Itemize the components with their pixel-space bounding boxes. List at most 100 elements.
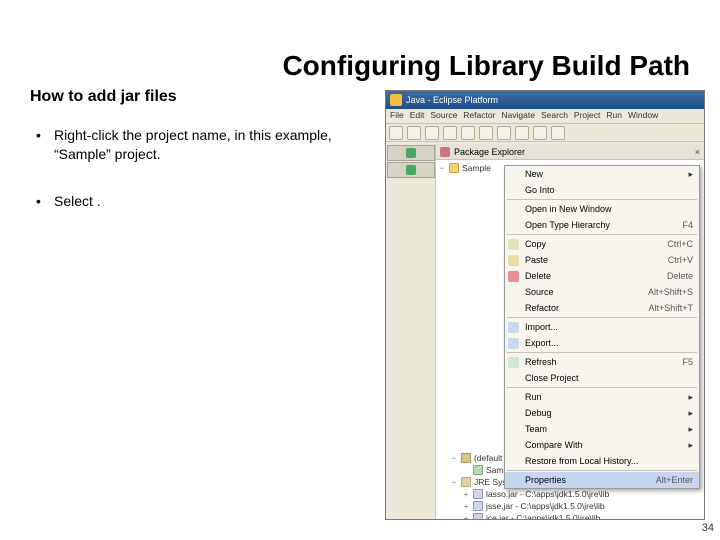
submenu-arrow-icon: ▸ xyxy=(688,169,693,180)
toolbar-button[interactable] xyxy=(479,126,493,140)
menu-item-label: Copy xyxy=(525,239,546,249)
view-tab[interactable] xyxy=(387,162,435,178)
java-file-icon xyxy=(473,465,483,475)
tree-jar[interactable]: + jsse.jar - C:\apps\jdk1.5.0\jre\lib xyxy=(438,500,702,512)
context-menu-item[interactable]: Refactor Alt+Shift+T xyxy=(505,300,699,316)
context-menu-item[interactable]: Restore from Local History... xyxy=(505,453,699,469)
menu-shortcut: Ctrl+V xyxy=(668,255,693,265)
context-menu-item[interactable]: Run▸ xyxy=(505,389,699,405)
toolbar-button[interactable] xyxy=(425,126,439,140)
tree-jar[interactable]: + jce.jar - C:\apps\jdk1.5.0\jre\lib xyxy=(438,512,702,519)
menu-item-label: Debug xyxy=(525,408,552,418)
context-menu-item[interactable]: Open Type Hierarchy F4 xyxy=(505,217,699,233)
context-menu-item[interactable]: Refresh F5 xyxy=(505,354,699,370)
toolbar-button[interactable] xyxy=(551,126,565,140)
expand-icon[interactable]: + xyxy=(462,489,470,499)
toolbar-button[interactable] xyxy=(461,126,475,140)
context-menu-item[interactable]: New ▸ xyxy=(505,166,699,182)
menu-shortcut: Alt+Enter xyxy=(656,475,693,485)
menu-item-label: Properties xyxy=(525,475,566,485)
view-tab[interactable] xyxy=(387,145,435,161)
menu-run[interactable]: Run xyxy=(606,110,622,122)
menu-window[interactable]: Window xyxy=(628,110,658,122)
toolbar-button[interactable] xyxy=(389,126,403,140)
menu-file[interactable]: File xyxy=(390,110,404,122)
expand-icon[interactable]: − xyxy=(450,453,458,463)
menu-item-icon xyxy=(508,271,519,282)
submenu-arrow-icon: ▸ xyxy=(688,424,693,435)
window-title: Java - Eclipse Platform xyxy=(406,95,498,105)
jar-icon xyxy=(473,513,483,519)
menu-item-label: Refactor xyxy=(525,303,559,313)
menu-item-label: Go Into xyxy=(525,185,555,195)
window-titlebar[interactable]: Java - Eclipse Platform xyxy=(386,91,704,109)
close-icon[interactable]: × xyxy=(695,147,700,157)
toolbar xyxy=(386,124,704,142)
jar-icon xyxy=(473,489,483,499)
menu-item-label: New xyxy=(525,169,543,179)
menu-item-icon xyxy=(508,255,519,266)
context-menu-item[interactable]: PasteCtrl+V xyxy=(505,252,699,268)
menu-shortcut: Alt+Shift+T xyxy=(648,303,693,313)
tree-jar[interactable]: + lasso.jar - C:\apps\jdk1.5.0\jre\lib xyxy=(438,488,702,500)
menu-shortcut: F5 xyxy=(682,357,693,367)
toolbar-button[interactable] xyxy=(443,126,457,140)
toolbar-button[interactable] xyxy=(407,126,421,140)
menu-project[interactable]: Project xyxy=(574,110,600,122)
context-menu-item[interactable]: Go Into xyxy=(505,182,699,198)
menu-item-label: Delete xyxy=(525,271,551,281)
menu-search[interactable]: Search xyxy=(541,110,568,122)
submenu-arrow-icon: ▸ xyxy=(688,408,693,419)
menu-item-label: Import... xyxy=(525,322,558,332)
context-menu-item[interactable]: Debug ▸ xyxy=(505,405,699,421)
toolbar-button[interactable] xyxy=(497,126,511,140)
menu-item-label: Open Type Hierarchy xyxy=(525,220,610,230)
menu-navigate[interactable]: Navigate xyxy=(501,110,535,122)
slide-title: Configuring Library Build Path xyxy=(0,0,720,86)
menu-refactor[interactable]: Refactor xyxy=(463,110,495,122)
bullet-list: Right-click the project name, in this ex… xyxy=(0,106,345,211)
toolbar-button[interactable] xyxy=(515,126,529,140)
context-menu-item[interactable]: Export... xyxy=(505,335,699,351)
context-menu-item[interactable]: Team ▸ xyxy=(505,421,699,437)
menu-edit[interactable]: Edit xyxy=(410,110,425,122)
menu-item-label: Run xyxy=(525,392,542,402)
project-icon xyxy=(449,163,459,173)
menu-source[interactable]: Source xyxy=(430,110,457,122)
package-icon xyxy=(461,453,471,463)
context-menu-item[interactable]: SourceAlt+Shift+S xyxy=(505,284,699,300)
submenu-arrow-icon: ▸ xyxy=(688,440,693,451)
menu-shortcut: F4 xyxy=(682,220,693,230)
expand-icon[interactable]: − xyxy=(438,163,446,173)
menu-item-label: Compare With xyxy=(525,440,583,450)
expand-icon[interactable]: − xyxy=(450,477,458,487)
bullet-item: Select . xyxy=(30,192,345,211)
context-menu[interactable]: New ▸ Go Into Open in New Window Open Type H… xyxy=(504,165,700,489)
menu-item-label: Team xyxy=(525,424,547,434)
app-icon xyxy=(390,94,402,106)
context-menu-item[interactable]: Import... xyxy=(505,319,699,335)
toolbar-button[interactable] xyxy=(533,126,547,140)
menu-item-icon xyxy=(508,322,519,333)
view-header[interactable]: Package Explorer × xyxy=(436,144,704,160)
context-menu-item[interactable]: Compare With ▸ xyxy=(505,437,699,453)
expand-icon[interactable]: + xyxy=(462,513,470,519)
context-menu-item[interactable]: Delete Delete xyxy=(505,268,699,284)
menu-item-icon xyxy=(508,239,519,250)
context-menu-item[interactable]: Properties Alt+Enter xyxy=(505,472,699,488)
context-menu-item[interactable]: Open in New Window xyxy=(505,201,699,217)
menu-item-label: Refresh xyxy=(525,357,557,367)
menu-shortcut: Ctrl+C xyxy=(667,239,693,249)
expand-icon[interactable]: + xyxy=(462,501,470,511)
context-menu-item[interactable]: Copy Ctrl+C xyxy=(505,236,699,252)
view-header-title: Package Explorer xyxy=(454,147,525,157)
eclipse-screenshot: Java - Eclipse Platform File Edit Source… xyxy=(385,90,705,520)
menu-bar[interactable]: File Edit Source Refactor Navigate Searc… xyxy=(386,109,704,124)
menu-item-label: Open in New Window xyxy=(525,204,612,214)
context-menu-item[interactable]: Close Project xyxy=(505,370,699,386)
menu-item-label: Restore from Local History... xyxy=(525,456,638,466)
menu-shortcut: Delete xyxy=(667,271,693,281)
jar-icon xyxy=(473,501,483,511)
page-number: 34 xyxy=(702,522,714,534)
menu-item-icon xyxy=(508,338,519,349)
